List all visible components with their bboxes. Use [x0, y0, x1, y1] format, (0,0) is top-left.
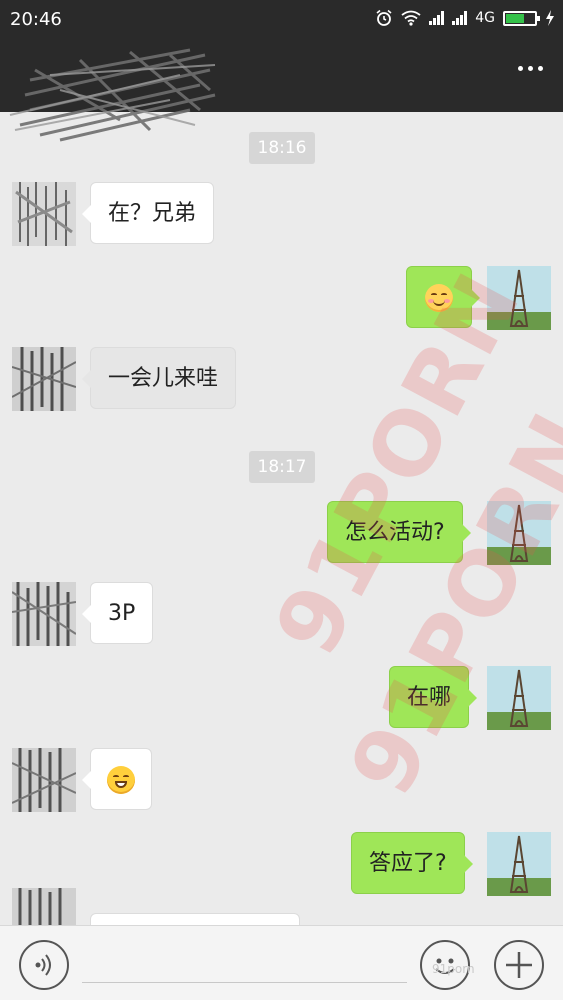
watermark-text: 91porn — [432, 962, 475, 976]
message-bubble-sent[interactable]: 怎么活动? — [327, 501, 471, 563]
alarm-icon — [376, 9, 392, 26]
contact-avatar[interactable] — [12, 582, 76, 646]
message-bubble-received[interactable]: 3P — [81, 582, 154, 644]
my-avatar[interactable] — [487, 266, 551, 330]
message-timestamp: 18:16 — [249, 132, 315, 164]
message-bubble-sent[interactable]: 在哪 — [389, 666, 478, 728]
message-bubble-received[interactable]: 一会儿来哇 — [81, 347, 237, 409]
chat-messages[interactable]: 18:16 在？兄弟 一会儿来哇 18:17 怎么活动? 3P 在哪 答应了? … — [0, 112, 563, 925]
wifi-icon — [401, 10, 421, 26]
more-options-button[interactable] — [518, 66, 543, 71]
contact-avatar[interactable] — [12, 182, 76, 246]
more-dots-icon — [518, 66, 523, 71]
grinning-emoji — [107, 766, 135, 794]
my-avatar[interactable] — [487, 666, 551, 730]
watermark: 91PORN — [329, 396, 563, 811]
network-type: 4G — [475, 10, 495, 26]
voice-icon — [35, 954, 51, 976]
my-avatar[interactable] — [487, 501, 551, 565]
chat-header — [0, 40, 563, 142]
message-bubble-received[interactable]: 在？兄弟 — [81, 182, 215, 244]
message-bubble-sent[interactable]: 答应了? — [351, 832, 473, 894]
charging-icon — [546, 10, 554, 26]
my-avatar[interactable] — [487, 832, 551, 896]
plus-icon — [506, 952, 532, 978]
contact-avatar[interactable] — [12, 347, 76, 411]
smiling-blush-emoji — [425, 284, 453, 312]
voice-button[interactable] — [19, 940, 69, 990]
chat-input-bar: 91porn — [0, 925, 563, 1000]
signal-icon — [429, 11, 445, 25]
message-timestamp: 18:17 — [249, 451, 315, 483]
message-bubble-sent[interactable] — [406, 266, 480, 328]
status-icons: 4G — [375, 9, 555, 27]
message-bubble-received[interactable] — [82, 748, 152, 810]
contact-avatar[interactable] — [12, 748, 76, 812]
status-bar: 20:46 4G — [0, 0, 563, 40]
more-functions-button[interactable] — [494, 940, 544, 990]
status-time: 20:46 — [10, 9, 62, 30]
contact-avatar[interactable] — [12, 888, 76, 925]
battery-icon — [503, 10, 540, 26]
message-input[interactable] — [82, 982, 407, 983]
signal-icon-2 — [452, 11, 468, 25]
message-bubble-received-partial[interactable] — [90, 913, 300, 925]
